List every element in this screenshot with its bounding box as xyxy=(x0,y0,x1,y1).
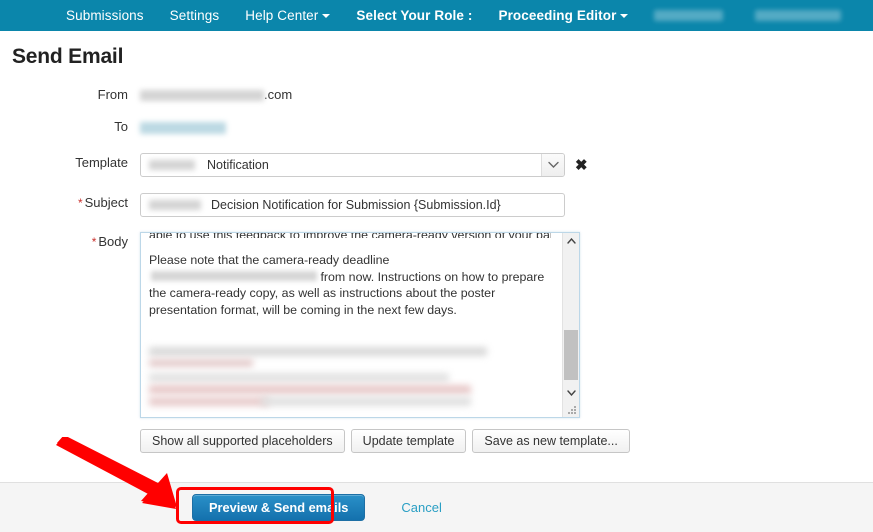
template-select-value: Notification xyxy=(207,158,269,172)
template-field: Notification ✖ xyxy=(140,153,873,177)
page-title: Send Email xyxy=(12,45,124,68)
body-clipped-line: able to use this feedback to improve the… xyxy=(149,233,551,238)
nav-item-label: Settings xyxy=(169,8,220,23)
to-value[interactable] xyxy=(140,117,873,137)
to-label: To xyxy=(114,119,128,134)
from-field: .com xyxy=(140,85,873,105)
nav-item-proceeding-editor[interactable]: Proceeding Editor xyxy=(498,8,629,23)
redacted-body-block-4 xyxy=(149,385,471,394)
scroll-up-icon[interactable] xyxy=(563,233,579,249)
redacted-body-block-2 xyxy=(149,359,253,367)
save-as-new-template-button[interactable]: Save as new template... xyxy=(472,429,630,453)
nav-item-settings[interactable]: Settings xyxy=(170,8,220,23)
required-marker: * xyxy=(91,235,97,249)
send-email-form: From .com To Template Notification ✖ * S… xyxy=(0,85,873,453)
form-row-subject: * Subject Decision Notification for Submi… xyxy=(0,193,873,217)
body-label-text: Body xyxy=(98,234,128,249)
form-footer-bar: Preview & Send emails Cancel xyxy=(0,482,873,532)
redacted-body-block-5 xyxy=(149,397,269,406)
subject-input-value: Decision Notification for Submission {Su… xyxy=(211,198,501,212)
textarea-resize-handle[interactable] xyxy=(568,406,578,416)
redacted-recipient-link xyxy=(140,121,226,134)
form-row-template: Template Notification ✖ xyxy=(0,153,873,177)
body-textarea[interactable]: able to use this feedback to improve the… xyxy=(140,232,580,418)
top-navigation-bar: Submissions Settings Help Center Select … xyxy=(0,0,873,31)
nav-item-label: Submissions xyxy=(66,8,144,23)
to-field xyxy=(140,117,873,137)
clear-template-icon[interactable]: ✖ xyxy=(575,158,588,173)
body-label: * Body xyxy=(0,232,140,252)
redacted-body-block-3 xyxy=(149,373,449,382)
scroll-down-icon[interactable] xyxy=(563,385,579,401)
nav-item-label: Select Your Role : xyxy=(356,8,473,23)
form-row-body: *Body able to use this feedback to impro… xyxy=(0,232,873,453)
template-label: Template xyxy=(75,155,128,170)
nav-item-redacted-1[interactable] xyxy=(654,10,723,21)
redacted-subject-prefix xyxy=(149,200,201,210)
nav-label-select-your-role: Select Your Role : xyxy=(356,8,472,23)
preview-and-send-emails-button[interactable]: Preview & Send emails xyxy=(192,494,366,521)
redacted-body-block-1 xyxy=(149,347,487,356)
body-scrollbar[interactable] xyxy=(562,233,579,417)
from-value: .com xyxy=(140,85,873,105)
body-paragraph: Please note that the camera-ready deadli… xyxy=(149,252,551,318)
body-paragraph-prefix: Please note that the camera-ready deadli… xyxy=(149,253,390,267)
redacted-deadline-date xyxy=(151,271,317,282)
show-placeholders-button[interactable]: Show all supported placeholders xyxy=(140,429,345,453)
nav-item-redacted-2[interactable] xyxy=(754,10,841,21)
form-row-from: From .com xyxy=(0,85,873,105)
nav-item-label: Help Center xyxy=(245,8,319,23)
scrollbar-thumb[interactable] xyxy=(564,330,578,380)
nav-item-help-center[interactable]: Help Center xyxy=(245,8,331,23)
update-template-button[interactable]: Update template xyxy=(350,429,467,453)
from-label: From xyxy=(97,87,128,102)
redacted-body-block-6 xyxy=(261,397,471,406)
redacted-email-local-part xyxy=(140,90,264,102)
form-row-to: To xyxy=(0,117,873,137)
redacted-template-prefix xyxy=(149,160,195,170)
chevron-down-icon xyxy=(620,13,629,18)
template-actions: Show all supported placeholders Update t… xyxy=(140,429,873,453)
subject-field: Decision Notification for Submission {Su… xyxy=(140,193,873,217)
chevron-down-icon[interactable] xyxy=(541,154,564,176)
cancel-link[interactable]: Cancel xyxy=(401,500,441,515)
template-select-value-wrap: Notification xyxy=(141,158,269,172)
nav-item-label: Proceeding Editor xyxy=(498,8,617,23)
template-select[interactable]: Notification xyxy=(140,153,565,177)
nav-item-submissions[interactable]: Submissions xyxy=(66,8,144,23)
required-marker: * xyxy=(77,196,83,210)
body-field: able to use this feedback to improve the… xyxy=(140,232,873,453)
chevron-down-icon xyxy=(322,13,331,18)
from-value-suffix: .com xyxy=(264,87,293,102)
subject-input[interactable]: Decision Notification for Submission {Su… xyxy=(140,193,565,217)
subject-label-text: Subject xyxy=(84,195,128,210)
subject-label: * Subject xyxy=(0,193,140,213)
